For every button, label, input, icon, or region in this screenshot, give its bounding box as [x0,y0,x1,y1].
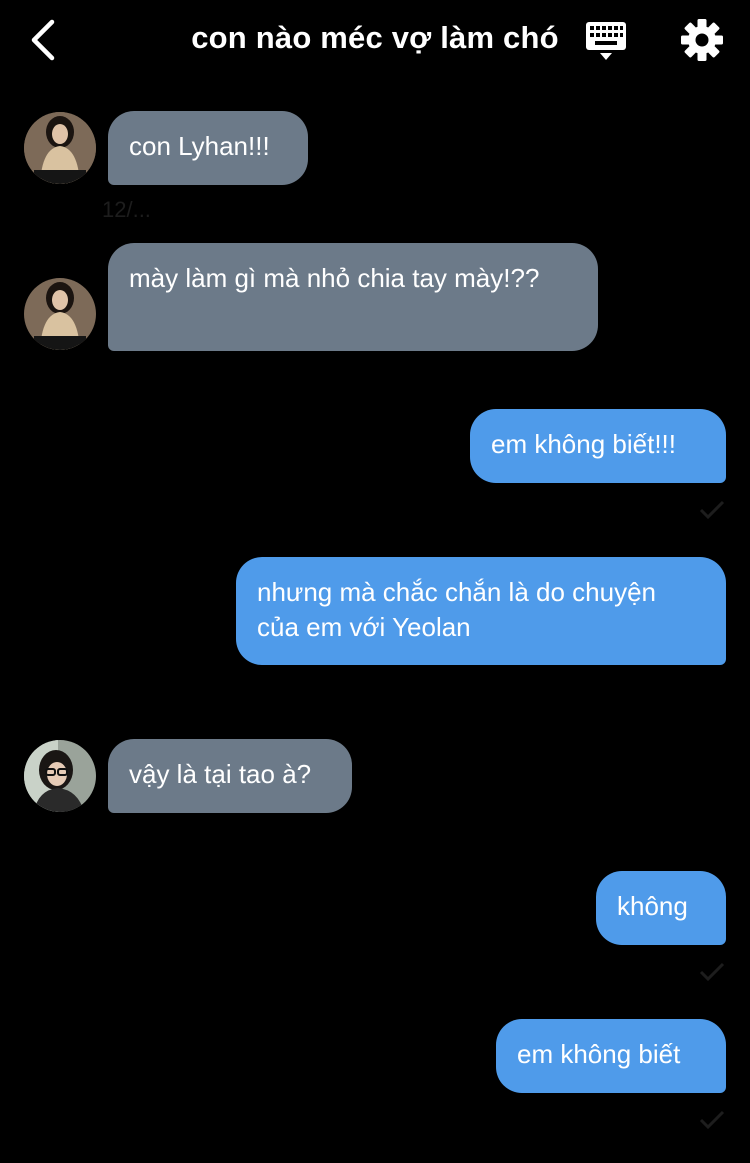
avatar[interactable] [24,278,96,350]
message-bubble[interactable]: nhưng mà chắc chắn là do chuyện của em v… [236,557,726,665]
check-icon [699,962,725,982]
message-bubble[interactable]: mày làm gì mà nhỏ chia tay mày!?? [108,243,598,351]
avatar[interactable] [24,112,96,184]
message-bubble[interactable]: em không biết [496,1019,726,1093]
message-bubble[interactable]: không [596,871,726,945]
message-bubble[interactable]: vậy là tại tao à? [108,739,352,813]
check-icon [699,500,725,520]
message-bubble[interactable]: con Lyhan!!! [108,111,308,185]
chat-header: con nào méc vợ làm chó [0,0,750,80]
message-timestamp: 12/... [102,197,151,222]
keyboard-icon[interactable] [584,20,628,64]
chat-title: con nào méc vợ làm chó [191,20,559,55]
avatar[interactable] [24,740,96,812]
check-icon [699,1110,725,1130]
gear-icon[interactable] [680,18,724,62]
message-bubble[interactable]: em không biết!!! [470,409,726,483]
